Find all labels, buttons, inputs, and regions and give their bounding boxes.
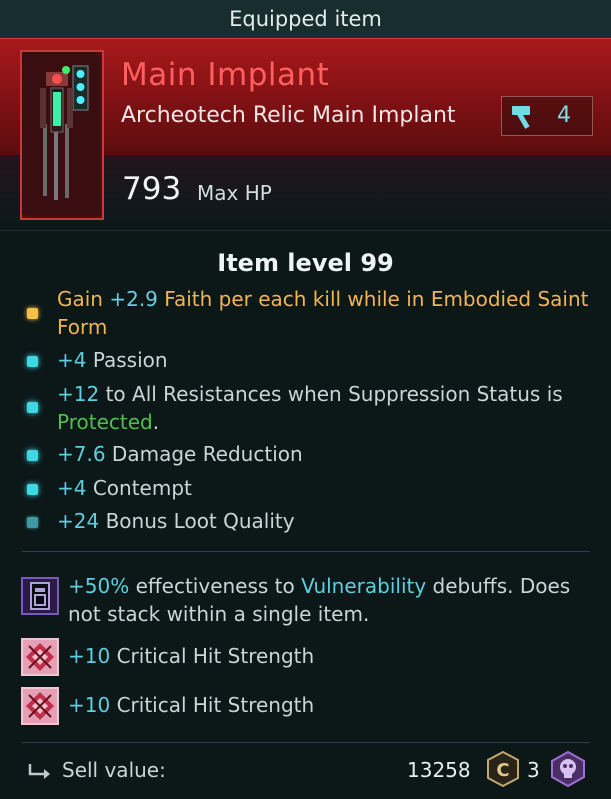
max-hp-label: Max HP (197, 181, 272, 205)
skull-token-icon (550, 750, 586, 791)
item-name: Main Implant (121, 57, 330, 93)
max-hp-value: 793 (122, 171, 182, 207)
skull-token-count: 3 (527, 758, 540, 782)
affix-line: +12 to All Resistances when Suppression … (57, 382, 563, 434)
affix-line: +24 Bonus Loot Quality (57, 509, 295, 533)
sell-label: Sell value: (62, 758, 166, 782)
affix-line: +7.6 Damage Reduction (57, 442, 303, 466)
credits-icon: C (486, 750, 520, 791)
sell-arrow-icon (26, 760, 52, 786)
affix-bullet-cyan (27, 402, 38, 413)
svg-text:C: C (496, 760, 509, 781)
affix-bullet-dim (27, 517, 38, 528)
perk-line: +10 Critical Hit Strength (68, 644, 315, 668)
item-thumbnail (20, 50, 104, 220)
hammer-icon (510, 103, 540, 135)
item-type: Archeotech Relic Main Implant (121, 103, 456, 128)
implant-icon (22, 52, 98, 214)
divider (22, 742, 590, 743)
affix-line: +4 Contempt (57, 476, 192, 500)
item-level: Item level 99 (217, 249, 394, 277)
vulnerability-chip-icon (21, 577, 59, 615)
critical-strike-icon (21, 638, 59, 676)
affix-bullet-cyan (27, 356, 38, 367)
affix-bullet-gold (27, 308, 38, 319)
sell-amount: 13258 (407, 758, 471, 782)
header-title: Equipped item (229, 7, 382, 31)
tier-value: 4 (557, 103, 571, 128)
divider (22, 551, 590, 552)
affix-line: +4 Passion (57, 348, 168, 372)
item-tier-badge: 4 (501, 96, 593, 136)
window-header: Equipped item (0, 0, 611, 39)
affix-bullet-cyan (27, 450, 38, 461)
affix-line: Gain +2.9 Faith per each kill while in E… (57, 287, 589, 339)
affix-bullet-cyan (27, 484, 38, 495)
perk-line: +10 Critical Hit Strength (68, 693, 315, 717)
critical-strike-icon (21, 687, 59, 725)
perk-line: +50% effectiveness to Vulnerability debu… (68, 574, 571, 626)
